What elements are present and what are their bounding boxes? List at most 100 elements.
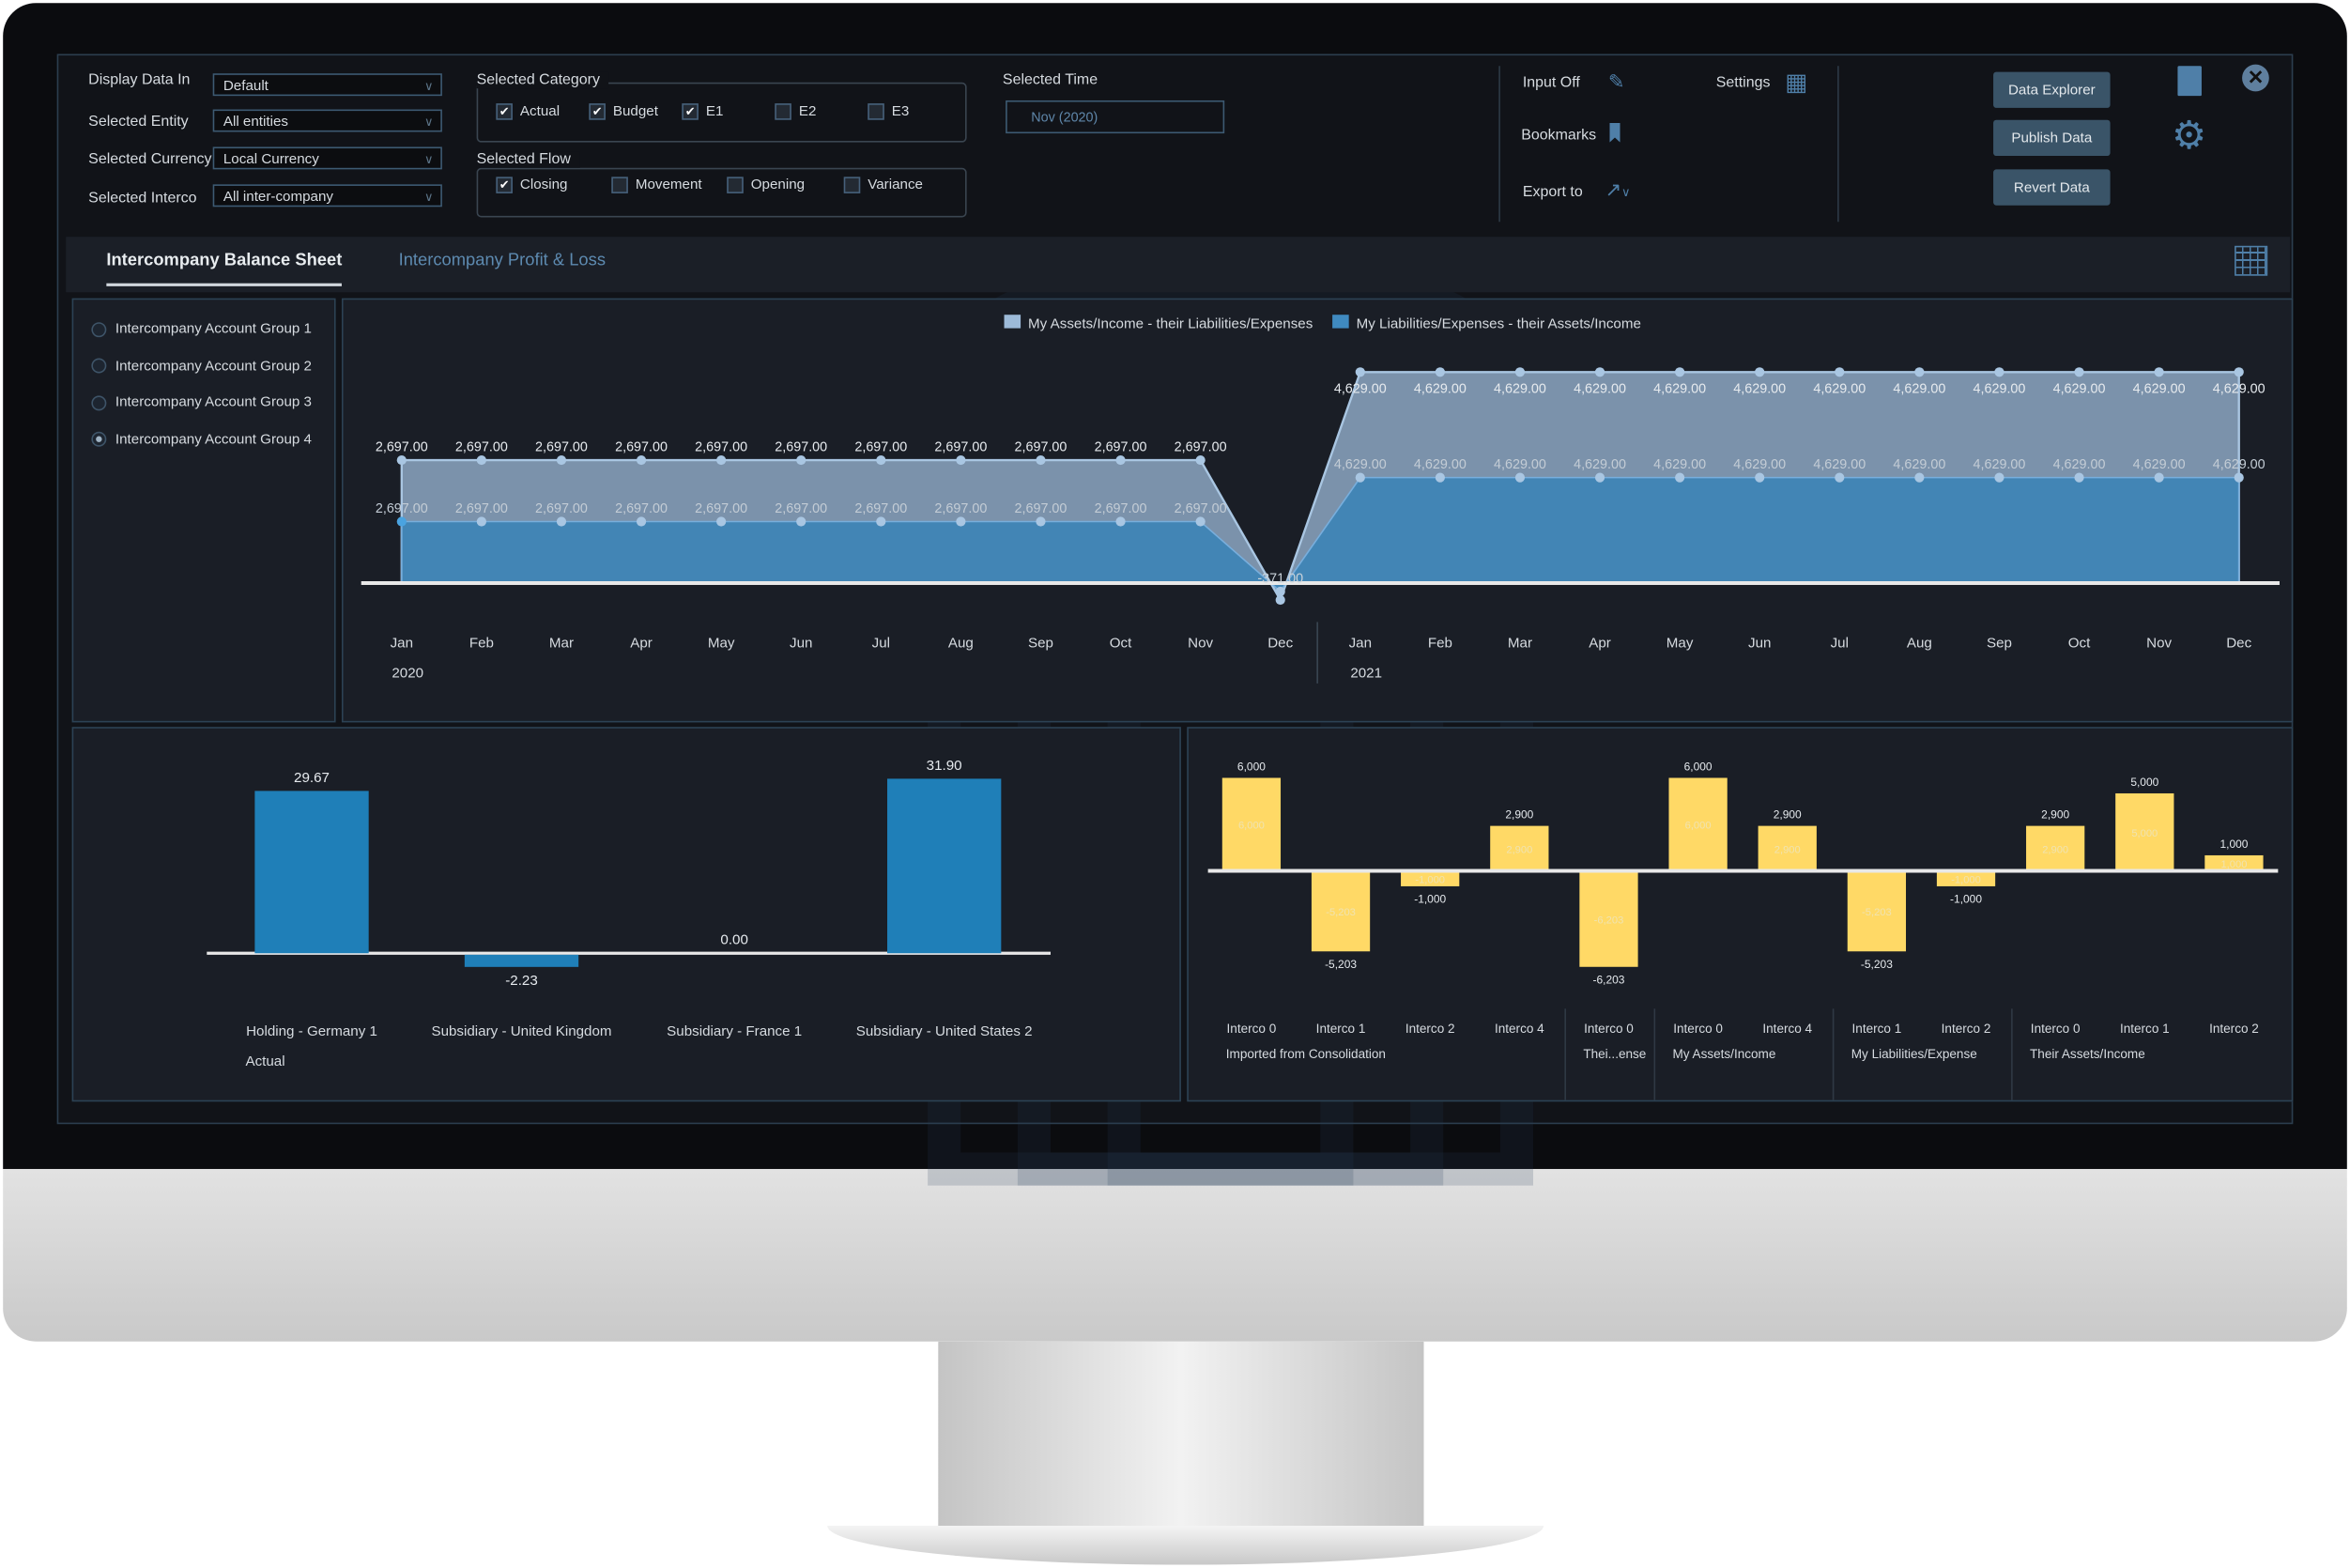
- flow-checkbox-variance[interactable]: Variance: [843, 177, 923, 193]
- data-point[interactable]: [636, 516, 647, 527]
- data-point[interactable]: [1036, 454, 1046, 466]
- data-point[interactable]: [2154, 472, 2164, 483]
- data-point[interactable]: [2234, 472, 2244, 483]
- data-point[interactable]: [1755, 367, 1765, 377]
- flow-checkbox-movement[interactable]: Movement: [611, 177, 702, 193]
- category-checkbox-budget[interactable]: ✔ Budget: [589, 103, 658, 120]
- data-point[interactable]: [876, 454, 886, 466]
- data-label: 2,900: [1505, 808, 1533, 822]
- data-point[interactable]: [1594, 472, 1605, 483]
- data-point[interactable]: [876, 516, 886, 527]
- checkbox-box[interactable]: ✔: [496, 177, 513, 193]
- selected-entity-dropdown[interactable]: All entities ∨: [212, 109, 442, 132]
- data-point[interactable]: [1036, 516, 1046, 527]
- bar[interactable]: [464, 954, 579, 967]
- grid-view-icon[interactable]: [2235, 245, 2268, 276]
- data-label: 6,000: [1237, 760, 1266, 773]
- bar[interactable]: [254, 791, 369, 954]
- checkbox-box[interactable]: ✔: [682, 103, 699, 120]
- checkbox-box[interactable]: [611, 177, 628, 193]
- data-point[interactable]: [1675, 367, 1685, 377]
- data-point[interactable]: [1275, 594, 1285, 606]
- data-point[interactable]: [1195, 454, 1206, 466]
- data-point[interactable]: [636, 454, 647, 466]
- data-point[interactable]: [956, 454, 966, 466]
- data-point[interactable]: [1914, 472, 1925, 483]
- data-point[interactable]: [1914, 367, 1925, 377]
- data-point[interactable]: [796, 516, 806, 527]
- data-point[interactable]: [1355, 472, 1365, 483]
- data-point[interactable]: [716, 516, 727, 527]
- category-checkbox-e1[interactable]: ✔ E1: [682, 103, 723, 120]
- checkbox-box[interactable]: [843, 177, 861, 193]
- radio-button[interactable]: [91, 431, 107, 447]
- chevron-down-icon[interactable]: ∨: [1621, 186, 1630, 199]
- account-group-radio[interactable]: Intercompany Account Group 1: [91, 321, 312, 337]
- category-checkbox-actual[interactable]: ✔ Actual: [496, 103, 560, 120]
- category-checkbox-e3[interactable]: E3: [868, 103, 909, 120]
- data-point[interactable]: [1115, 454, 1126, 466]
- data-point[interactable]: [396, 516, 407, 527]
- data-point[interactable]: [1835, 472, 1845, 483]
- book-icon[interactable]: [2177, 66, 2202, 97]
- tab-profit-loss[interactable]: Intercompany Profit & Loss: [399, 252, 606, 269]
- data-label: 2,697.00: [455, 501, 508, 516]
- data-point[interactable]: [2154, 367, 2164, 377]
- data-point[interactable]: [1514, 367, 1526, 377]
- bar[interactable]: [887, 778, 1002, 954]
- data-point[interactable]: [2074, 367, 2084, 377]
- data-point[interactable]: [1994, 367, 2004, 377]
- data-point[interactable]: [796, 454, 806, 466]
- data-point[interactable]: [556, 516, 567, 527]
- data-point[interactable]: [1755, 472, 1765, 483]
- export-icon[interactable]: ↗∨: [1605, 178, 1631, 203]
- flow-checkbox-opening[interactable]: Opening: [727, 177, 805, 193]
- data-point[interactable]: [1195, 516, 1206, 527]
- data-point[interactable]: [1355, 367, 1365, 377]
- data-label: 4,629.00: [1974, 457, 2026, 472]
- data-point[interactable]: [1594, 367, 1605, 377]
- data-point[interactable]: [956, 516, 966, 527]
- data-point[interactable]: [2074, 472, 2084, 483]
- display-data-in-dropdown[interactable]: Default ∨: [212, 73, 442, 97]
- account-group-radio[interactable]: Intercompany Account Group 2: [91, 358, 312, 374]
- data-point[interactable]: [1675, 472, 1685, 483]
- selected-time-input[interactable]: Nov (2020): [1006, 100, 1225, 134]
- x-tick-label: Apr: [630, 636, 653, 652]
- selected-currency-dropdown[interactable]: Local Currency ∨: [212, 146, 442, 170]
- data-point[interactable]: [556, 454, 567, 466]
- revert-data-button[interactable]: Revert Data: [1993, 169, 2111, 206]
- checkbox-box[interactable]: [727, 177, 744, 193]
- data-explorer-button[interactable]: Data Explorer: [1993, 71, 2111, 108]
- checkbox-box[interactable]: [868, 103, 884, 120]
- account-group-radio[interactable]: Intercompany Account Group 4: [91, 431, 312, 447]
- account-group-radio[interactable]: Intercompany Account Group 3: [91, 394, 312, 410]
- checkbox-box[interactable]: [775, 103, 791, 120]
- data-point[interactable]: [396, 454, 407, 466]
- data-point[interactable]: [1275, 586, 1285, 597]
- grid-settings-icon[interactable]: ▦: [1785, 68, 1807, 98]
- data-point[interactable]: [476, 454, 486, 466]
- data-point[interactable]: [1435, 472, 1445, 483]
- data-point[interactable]: [476, 516, 486, 527]
- publish-data-button[interactable]: Publish Data: [1993, 119, 2111, 157]
- data-point[interactable]: [1514, 472, 1526, 483]
- category-checkbox-e2[interactable]: E2: [775, 103, 816, 120]
- checkbox-box[interactable]: ✔: [496, 103, 513, 120]
- data-point[interactable]: [1835, 367, 1845, 377]
- data-point[interactable]: [1435, 367, 1445, 377]
- pencil-icon[interactable]: ✎: [1608, 70, 1624, 95]
- radio-button[interactable]: [91, 321, 107, 337]
- data-point[interactable]: [2234, 367, 2244, 377]
- radio-button[interactable]: [91, 394, 107, 410]
- close-icon[interactable]: ✕: [2242, 64, 2269, 92]
- checkbox-box[interactable]: ✔: [589, 103, 606, 120]
- radio-button[interactable]: [91, 358, 107, 374]
- data-point[interactable]: [1994, 472, 2004, 483]
- selected-interco-dropdown[interactable]: All inter-company ∨: [212, 184, 442, 208]
- data-point[interactable]: [1115, 516, 1126, 527]
- flow-checkbox-closing[interactable]: ✔ Closing: [496, 177, 567, 193]
- data-point[interactable]: [716, 454, 727, 466]
- tab-balance-sheet[interactable]: Intercompany Balance Sheet: [106, 252, 343, 286]
- gear-play-icon[interactable]: ⚙: [2172, 114, 2206, 156]
